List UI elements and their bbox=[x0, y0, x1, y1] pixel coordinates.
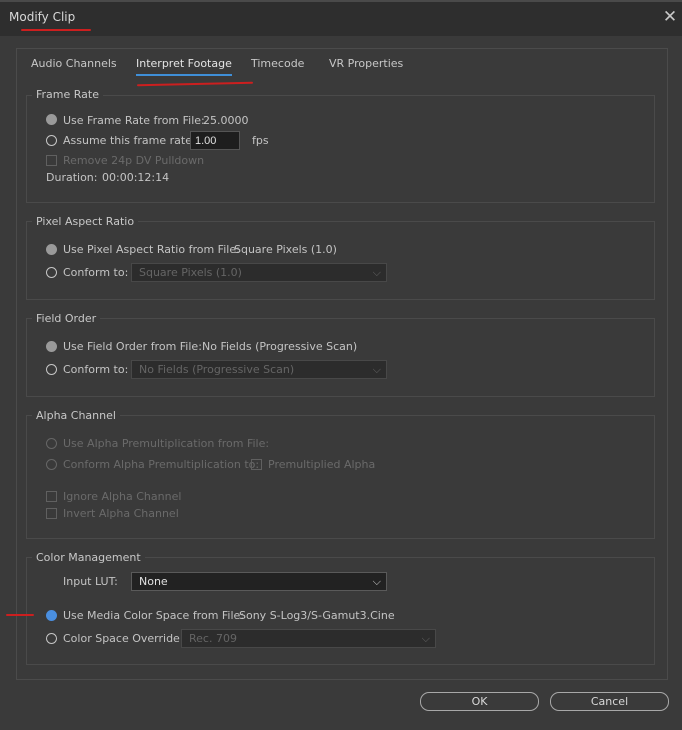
frame-rate-from-file-radio[interactable] bbox=[46, 114, 57, 125]
frame-rate-from-file-value: 25.0000 bbox=[203, 114, 249, 127]
assume-frame-rate-radio[interactable] bbox=[46, 135, 57, 146]
fps-label: fps bbox=[252, 134, 269, 147]
alpha-conform-label: Conform Alpha Premultiplication to: bbox=[63, 458, 260, 471]
tab-audio-channels[interactable]: Audio Channels bbox=[31, 57, 117, 70]
field-order-from-file-label: Use Field Order from File: bbox=[63, 340, 202, 353]
input-lut-value: None bbox=[139, 575, 168, 588]
alpha-channel-title: Alpha Channel bbox=[32, 409, 120, 422]
field-order-from-file-value: No Fields (Progressive Scan) bbox=[202, 340, 358, 353]
input-lut-label: Input LUT: bbox=[63, 575, 118, 588]
color-space-override-select[interactable]: Rec. 709 ⌵ bbox=[181, 629, 436, 648]
field-order-title: Field Order bbox=[32, 312, 101, 325]
cancel-button[interactable]: Cancel bbox=[550, 692, 669, 711]
use-media-color-space-radio[interactable] bbox=[46, 610, 57, 621]
color-space-override-label: Color Space Override: bbox=[63, 632, 184, 645]
color-management-title: Color Management bbox=[32, 551, 145, 564]
ignore-alpha-label: Ignore Alpha Channel bbox=[63, 490, 182, 503]
frame-rate-from-file-label: Use Frame Rate from File: bbox=[63, 114, 205, 127]
chevron-down-icon: ⌵ bbox=[421, 632, 430, 645]
field-order-group bbox=[26, 318, 655, 397]
assume-frame-rate-label: Assume this frame rate: bbox=[63, 134, 196, 147]
invert-alpha-label: Invert Alpha Channel bbox=[63, 507, 179, 520]
frame-rate-group bbox=[26, 95, 655, 203]
chevron-down-icon: ⌵ bbox=[372, 575, 381, 588]
media-color-space-value: Sony S-Log3/S-Gamut3.Cine bbox=[239, 609, 395, 622]
close-icon[interactable]: ✕ bbox=[661, 8, 679, 26]
pixel-aspect-conform-value: Square Pixels (1.0) bbox=[139, 266, 242, 279]
tab-interpret-footage[interactable]: Interpret Footage bbox=[136, 57, 232, 76]
chevron-down-icon: ⌵ bbox=[372, 266, 381, 279]
field-order-conform-select[interactable]: No Fields (Progressive Scan) ⌵ bbox=[131, 360, 387, 379]
alpha-premult-from-file-radio[interactable] bbox=[46, 438, 57, 449]
assume-frame-rate-input[interactable] bbox=[190, 131, 240, 150]
pixel-aspect-conform-label: Conform to: bbox=[63, 266, 129, 279]
alpha-conform-radio[interactable] bbox=[46, 459, 57, 470]
use-media-color-space-label: Use Media Color Space from File: bbox=[63, 609, 245, 622]
remove-pulldown-label: Remove 24p DV Pulldown bbox=[63, 154, 205, 167]
pixel-aspect-from-file-value: Square Pixels (1.0) bbox=[234, 243, 337, 256]
chevron-down-icon: ⌵ bbox=[372, 363, 381, 376]
invert-alpha-checkbox[interactable] bbox=[46, 508, 57, 519]
pixel-aspect-from-file-radio[interactable] bbox=[46, 244, 57, 255]
annotation-underline-title bbox=[21, 29, 91, 31]
field-order-from-file-radio[interactable] bbox=[46, 341, 57, 352]
color-space-override-radio[interactable] bbox=[46, 633, 57, 644]
tab-vr-properties[interactable]: VR Properties bbox=[329, 57, 403, 70]
field-order-conform-label: Conform to: bbox=[63, 363, 129, 376]
pixel-aspect-group bbox=[26, 221, 655, 300]
premultiplied-alpha-checkbox[interactable] bbox=[251, 459, 262, 470]
remove-pulldown-checkbox[interactable] bbox=[46, 155, 57, 166]
tab-timecode[interactable]: Timecode bbox=[251, 57, 304, 70]
input-lut-select[interactable]: None ⌵ bbox=[131, 572, 387, 591]
pixel-aspect-title: Pixel Aspect Ratio bbox=[32, 215, 139, 228]
annotation-dash-color-space bbox=[6, 614, 34, 616]
dialog-title: Modify Clip bbox=[9, 10, 76, 24]
duration-label: Duration: bbox=[46, 171, 98, 184]
pixel-aspect-conform-select[interactable]: Square Pixels (1.0) ⌵ bbox=[131, 263, 387, 282]
ignore-alpha-checkbox[interactable] bbox=[46, 491, 57, 502]
pixel-aspect-conform-radio[interactable] bbox=[46, 267, 57, 278]
ok-button[interactable]: OK bbox=[420, 692, 539, 711]
duration-value: 00:00:12:14 bbox=[102, 171, 170, 184]
color-space-override-value: Rec. 709 bbox=[189, 632, 237, 645]
title-bar bbox=[0, 0, 682, 36]
alpha-channel-group bbox=[26, 415, 655, 539]
field-order-conform-radio[interactable] bbox=[46, 364, 57, 375]
field-order-conform-value: No Fields (Progressive Scan) bbox=[139, 363, 295, 376]
alpha-premult-from-file-label: Use Alpha Premultiplication from File: bbox=[63, 437, 270, 450]
premultiplied-alpha-label: Premultiplied Alpha bbox=[268, 458, 376, 471]
frame-rate-title: Frame Rate bbox=[32, 88, 103, 101]
pixel-aspect-from-file-label: Use Pixel Aspect Ratio from File: bbox=[63, 243, 240, 256]
